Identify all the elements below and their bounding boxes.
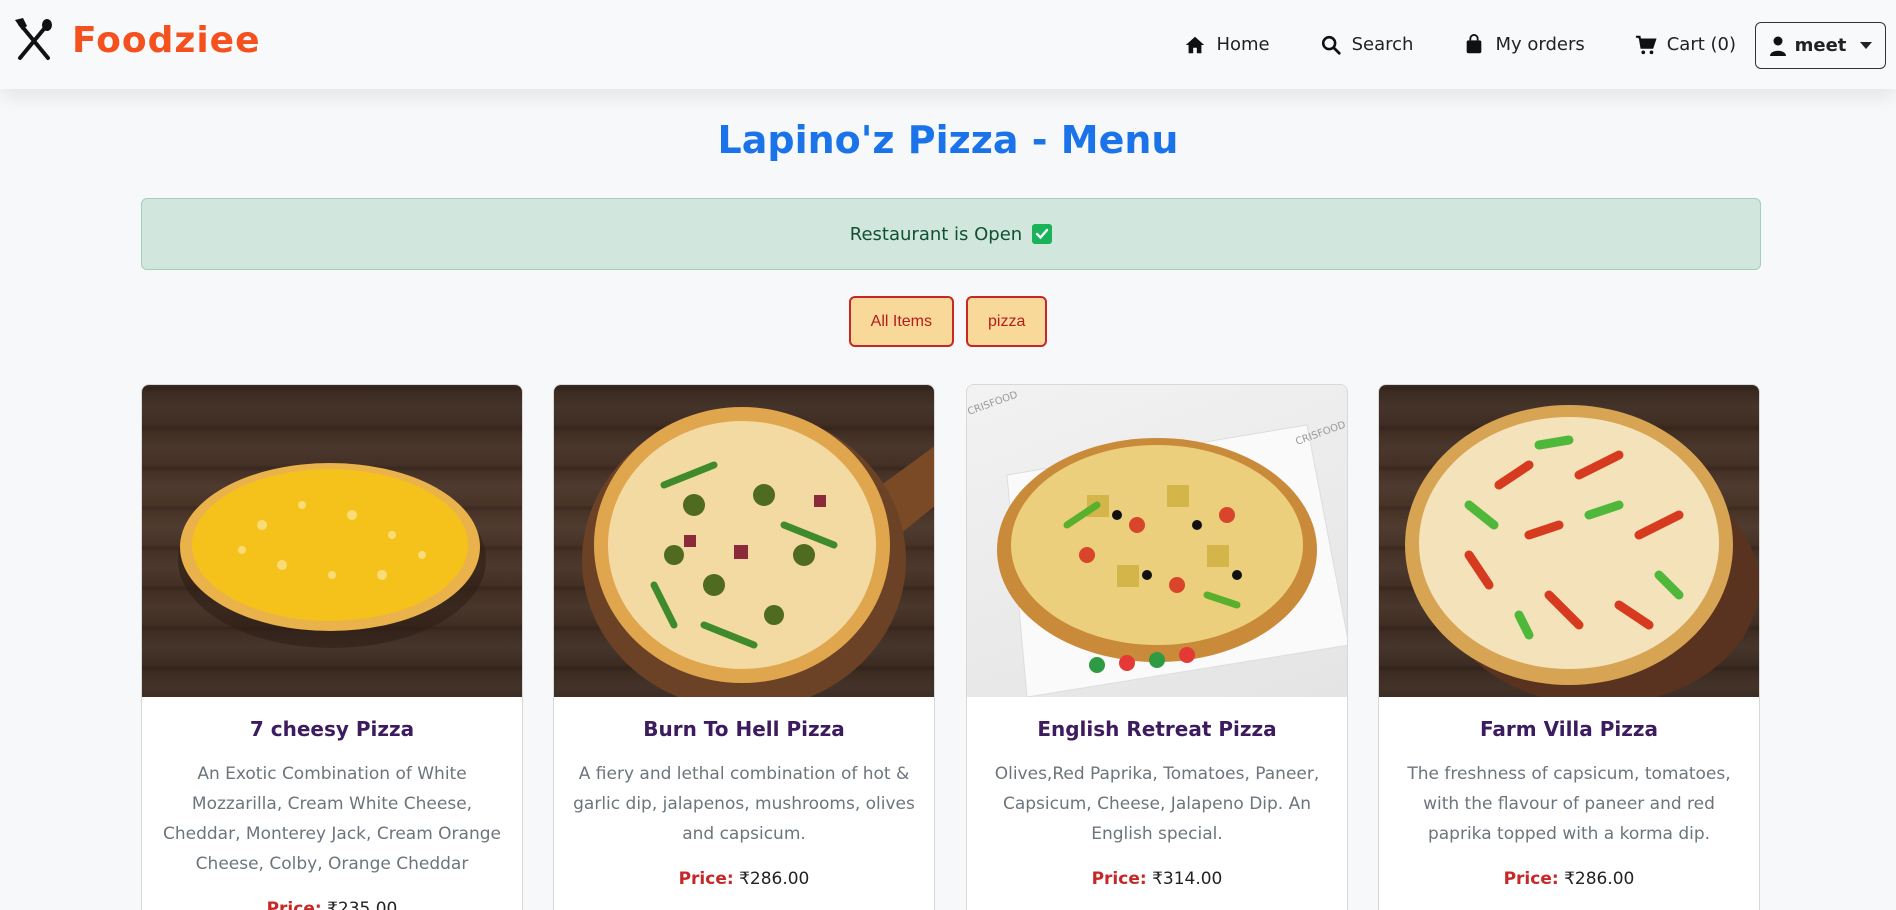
price-label: Price: [1503, 869, 1559, 889]
price-value: ₹286.00 [1564, 869, 1635, 889]
image-watermark: CRISFOOD [967, 389, 1020, 417]
navbar: Foodziee Home Search My orders Cart (0) … [0, 0, 1896, 89]
price-value: ₹235.00 [327, 899, 398, 910]
item-name: English Retreat Pizza [1037, 717, 1277, 741]
item-description: Olives,Red Paprika, Tomatoes, Paneer, Ca… [994, 764, 1320, 844]
price-label: Price: [678, 869, 734, 889]
status-text: Restaurant is Open [849, 223, 1023, 245]
nav-orders[interactable]: My orders [1463, 33, 1585, 56]
food-image [1379, 385, 1759, 697]
item-price: Price: ₹286.00 [1397, 869, 1741, 889]
price-label: Price: [1091, 869, 1147, 889]
filter-pizza[interactable]: pizza [965, 296, 1048, 347]
item-price: Price: ₹314.00 [985, 869, 1329, 889]
brand[interactable]: Foodziee [14, 18, 261, 62]
nav-home-label: Home [1216, 34, 1270, 55]
image-watermark: CRISFOOD [1294, 419, 1347, 447]
nav-search[interactable]: Search [1320, 34, 1414, 56]
menu-item-card[interactable]: 7 cheesy Pizza An Exotic Combination of … [141, 384, 523, 910]
item-name: 7 cheesy Pizza [249, 717, 415, 741]
price-value: ₹286.00 [739, 869, 810, 889]
item-name: Farm Villa Pizza [1479, 717, 1659, 741]
check-icon [1032, 224, 1053, 244]
nav-cart[interactable]: Cart (0) [1635, 34, 1736, 56]
price-value: ₹314.00 [1152, 869, 1223, 889]
nav-search-label: Search [1351, 34, 1414, 55]
status-alert: Restaurant is Open [141, 198, 1761, 270]
chevron-down-icon [1860, 42, 1873, 49]
menu-item-card[interactable]: CRISFOOD CRISFOOD English Retreat Pizza … [966, 384, 1348, 910]
bag-icon [1467, 33, 1482, 53]
item-description: An Exotic Combination of White Mozzarill… [163, 764, 501, 874]
price-label: Price: [266, 899, 322, 910]
filter-all-items[interactable]: All Items [848, 296, 954, 347]
item-description: A fiery and lethal combination of hot & … [573, 764, 915, 844]
item-description: The freshness of capsicum, tomatoes, wit… [1407, 764, 1731, 844]
nav-cart-label: Cart (0) [1666, 34, 1736, 55]
item-price: Price: ₹286.00 [572, 869, 916, 889]
category-filters: All Items pizza [0, 296, 1896, 347]
brand-name: Foodziee [72, 19, 261, 61]
item-price: Price: ₹235.00 [160, 899, 504, 910]
user-icon [1769, 36, 1786, 56]
search-icon [1321, 35, 1341, 55]
menu-item-card[interactable]: Farm Villa Pizza The freshness of capsic… [1378, 384, 1760, 910]
fork-knife-icon [15, 18, 52, 60]
home-icon [1186, 36, 1205, 53]
cart-icon [1635, 35, 1657, 54]
page-title: Lapino'z Pizza - Menu [717, 118, 1179, 162]
menu-item-card[interactable]: Burn To Hell Pizza A fiery and lethal co… [553, 384, 935, 910]
item-name: Burn To Hell Pizza [643, 717, 845, 741]
nav-orders-label: My orders [1495, 34, 1585, 55]
user-menu-button[interactable]: meet [1755, 22, 1886, 69]
nav-home[interactable]: Home [1184, 34, 1270, 56]
food-image: CRISFOOD CRISFOOD [967, 385, 1347, 697]
food-image [142, 385, 522, 697]
food-image [554, 385, 934, 697]
user-name: meet [1794, 35, 1847, 56]
